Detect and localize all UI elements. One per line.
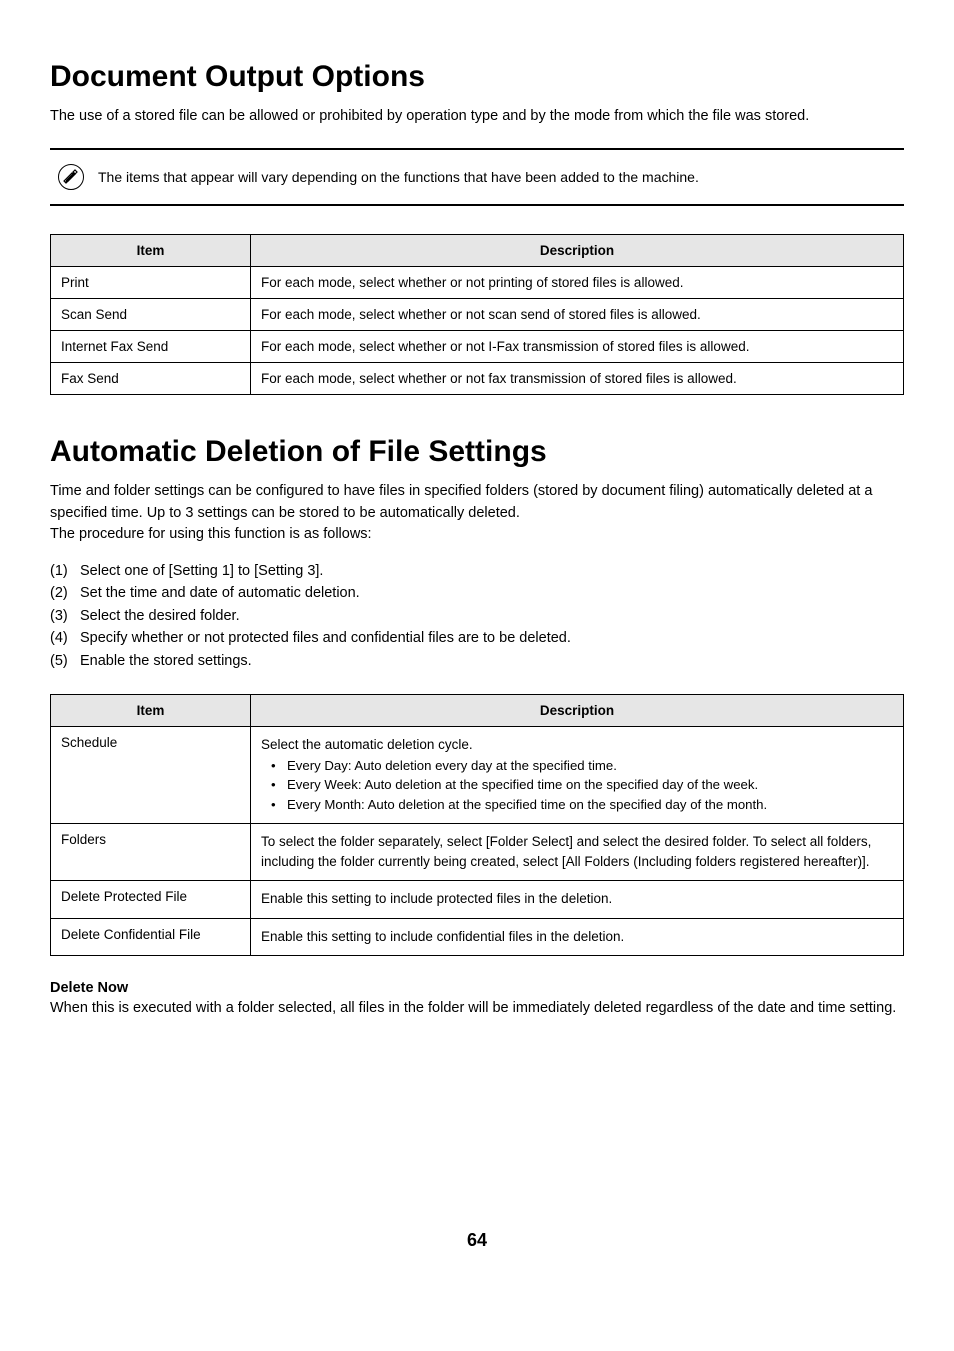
delete-now-title: Delete Now [50,980,904,996]
table-row: Delete Confidential File Enable this set… [51,918,904,955]
page-number: 64 [50,1230,904,1251]
list-item: (3)Select the desired folder. [50,605,904,627]
table-auto-delete: Item Description Schedule Select the aut… [50,694,904,956]
table1-header-item: Item [51,234,251,266]
schedule-desc-intro: Select the automatic deletion cycle. [261,735,893,755]
cell-item: Delete Confidential File [51,918,251,955]
cell-desc: For each mode, select whether or not fax… [251,362,904,394]
table-row: Print For each mode, select whether or n… [51,266,904,298]
cell-desc: For each mode, select whether or not I-F… [251,330,904,362]
cell-desc: Select the automatic deletion cycle. •Ev… [251,727,904,824]
cell-item: Scan Send [51,298,251,330]
table2-header-item: Item [51,695,251,727]
table-row: Scan Send For each mode, select whether … [51,298,904,330]
schedule-bullets: •Every Day: Auto deletion every day at t… [271,756,893,815]
cell-item: Internet Fax Send [51,330,251,362]
note-text: The items that appear will vary dependin… [98,169,699,185]
cell-desc: Enable this setting to include protected… [251,881,904,918]
list-item: (1)Select one of [Setting 1] to [Setting… [50,560,904,582]
table-row: Delete Protected File Enable this settin… [51,881,904,918]
note-box: The items that appear will vary dependin… [50,148,904,206]
cell-item: Print [51,266,251,298]
cell-item: Fax Send [51,362,251,394]
table-row: Schedule Select the automatic deletion c… [51,727,904,824]
table2-header-desc: Description [251,695,904,727]
table-row: Folders To select the folder separately,… [51,823,904,881]
section2-heading: Automatic Deletion of File Settings [50,435,904,469]
list-item: (4)Specify whether or not protected file… [50,627,904,649]
cell-desc: For each mode, select whether or not pri… [251,266,904,298]
list-item: (5)Enable the stored settings. [50,650,904,672]
delete-now-body: When this is executed with a folder sele… [50,998,904,1020]
cell-item: Delete Protected File [51,881,251,918]
pencil-note-icon [58,164,84,190]
cell-desc: Enable this setting to include confident… [251,918,904,955]
section1-heading: Document Output Options [50,60,904,94]
cell-item: Schedule [51,727,251,824]
list-item: •Every Day: Auto deletion every day at t… [271,756,893,776]
table-row: Internet Fax Send For each mode, select … [51,330,904,362]
table-output-options: Item Description Print For each mode, se… [50,234,904,395]
section1-intro: The use of a stored file can be allowed … [50,106,904,128]
cell-item: Folders [51,823,251,881]
list-item: (2)Set the time and date of automatic de… [50,582,904,604]
table1-header-desc: Description [251,234,904,266]
table-row: Fax Send For each mode, select whether o… [51,362,904,394]
list-item: •Every Month: Auto deletion at the speci… [271,795,893,815]
procedure-list: (1)Select one of [Setting 1] to [Setting… [50,560,904,672]
list-item: •Every Week: Auto deletion at the specif… [271,775,893,795]
section2-intro: Time and folder settings can be configur… [50,481,904,546]
cell-desc: For each mode, select whether or not sca… [251,298,904,330]
cell-desc: To select the folder separately, select … [251,823,904,881]
